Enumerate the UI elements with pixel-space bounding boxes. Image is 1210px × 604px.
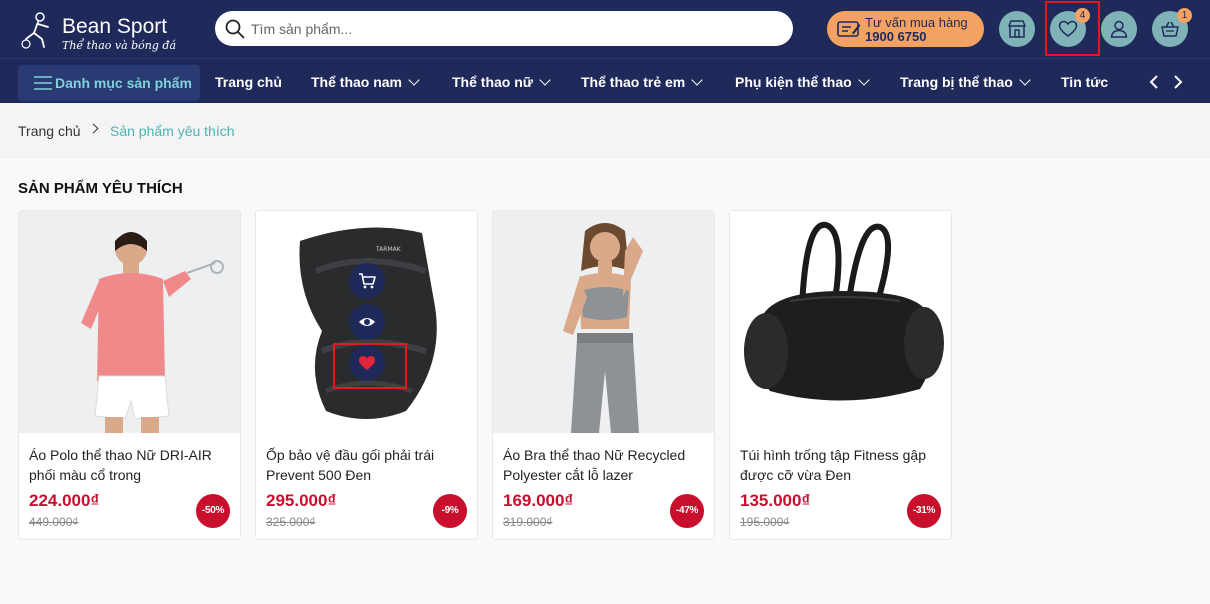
breadcrumb: Trang chủ Sản phẩm yêu thích [0,103,1210,157]
product-card[interactable]: Áo Polo thể thao Nữ DRI-AIR phối màu cổ … [18,210,241,540]
main-nav: Danh mục sản phẩm Trang chủ Thể thao nam… [0,58,1210,103]
add-to-cart-button[interactable] [349,263,385,299]
logo[interactable]: Bean Sport Thể thao và bóng đá [18,5,188,53]
nav-item-label: Phụ kiện thể thao [735,74,852,90]
eye-icon [359,318,375,326]
consult-label: Tư vấn mua hàng [865,15,968,30]
nav-item-news[interactable]: Tin tức [1061,74,1108,90]
cart-count-badge: 1 [1177,8,1192,23]
nav-item-label: Trang chủ [215,74,282,90]
product-image[interactable] [493,211,714,433]
highlight-box-wishlist [1045,1,1100,56]
nav-item-label: Thể thao nam [311,74,403,90]
nav-item-men[interactable]: Thể thao nam [311,74,420,90]
discount-badge: -9% [433,494,467,528]
search-input[interactable] [251,11,781,46]
chevron-down-icon [858,74,870,86]
chevron-down-icon [408,74,420,86]
product-price: 224.000₫ [29,491,100,510]
search-icon[interactable] [225,19,245,39]
category-menu-label: Danh mục sản phẩm [55,75,192,91]
consult-hotline-button[interactable]: Tư vấn mua hàng 1900 6750 [827,11,984,47]
product-price: 169.000₫ [503,491,574,510]
chevron-down-icon [539,74,551,86]
page-title: SẢN PHẨM YÊU THÍCH [18,180,183,197]
account-button[interactable] [1101,11,1137,47]
nav-item-label: Thể thao trẻ em [581,74,686,90]
product-old-price: 195.000₫ [740,515,790,529]
nav-item-kids[interactable]: Thể thao trẻ em [581,74,703,90]
wishlist-section: SẢN PHẨM YÊU THÍCH Áo Polo thể thao Nữ D… [0,158,1210,604]
breadcrumb-current: Sản phẩm yêu thích [110,123,235,139]
cart-icon [359,273,376,289]
basket-icon [1161,21,1179,37]
product-price: 295.000₫ [266,491,337,510]
chat-edit-icon [837,21,861,37]
product-old-price: 319.000₫ [503,515,553,529]
product-old-price: 449.000₫ [29,515,79,529]
logo-tagline: Thể thao và bóng đá [62,39,177,52]
product-image[interactable] [19,211,240,433]
chevron-down-icon [1019,74,1031,86]
svg-text:TARMAK: TARMAK [375,246,402,253]
search-bar [215,11,793,46]
quick-view-button[interactable] [349,304,385,340]
discount-badge: -50% [196,494,230,528]
product-name[interactable]: Áo Polo thể thao Nữ DRI-AIR phối màu cổ … [29,445,229,485]
user-icon [1110,20,1128,38]
soccer-player-icon [21,12,49,49]
product-card[interactable]: Áo Bra thể thao Nữ Recycled Polyester cắ… [492,210,715,540]
woman-sports-bra-photo [493,211,714,433]
product-card[interactable]: Túi hình trống tập Fitness gập được cỡ v… [729,210,952,540]
woman-polo-photo [19,211,240,433]
nav-item-label: Thể thao nữ [452,74,533,90]
hamburger-icon [34,76,52,90]
store-button[interactable] [999,11,1035,47]
nav-item-label: Trang bị thể thao [900,74,1013,90]
product-card[interactable]: TARMAK Ốp bảo vệ đầu gối phải trái Preve… [255,210,478,540]
nav-prev-arrow-icon[interactable] [1148,75,1160,89]
chevron-right-icon [88,123,99,134]
nav-item-label: Tin tức [1061,74,1109,90]
highlight-box-heart [333,343,407,389]
breadcrumb-home-link[interactable]: Trang chủ [18,123,81,139]
nav-item-accessories[interactable]: Phụ kiện thể thao [735,74,870,90]
discount-badge: -47% [670,494,704,528]
cart-button[interactable]: 1 [1152,8,1192,47]
discount-badge: -31% [907,494,941,528]
consult-phone: 1900 6750 [865,29,927,44]
header: Bean Sport Thể thao và bóng đá Tư vấn mu… [0,0,1210,58]
category-menu-button[interactable]: Danh mục sản phẩm [18,65,200,101]
product-price: 135.000₫ [740,491,811,510]
product-name[interactable]: Túi hình trống tập Fitness gập được cỡ v… [740,445,940,485]
chevron-down-icon [691,74,703,86]
nav-item-home[interactable]: Trang chủ [215,74,282,90]
product-name[interactable]: Áo Bra thể thao Nữ Recycled Polyester cắ… [503,445,703,485]
nav-item-women[interactable]: Thể thao nữ [452,74,551,90]
nav-next-arrow-icon[interactable] [1172,75,1184,89]
logo-name: Bean Sport [62,15,168,38]
store-icon [1008,20,1026,38]
nav-item-equipment[interactable]: Trang bị thể thao [900,74,1031,90]
product-name[interactable]: Ốp bảo vệ đầu gối phải trái Prevent 500 … [266,445,466,485]
product-old-price: 325.000₫ [266,515,316,529]
product-image[interactable] [730,211,951,433]
duffel-bag-photo [730,211,951,433]
